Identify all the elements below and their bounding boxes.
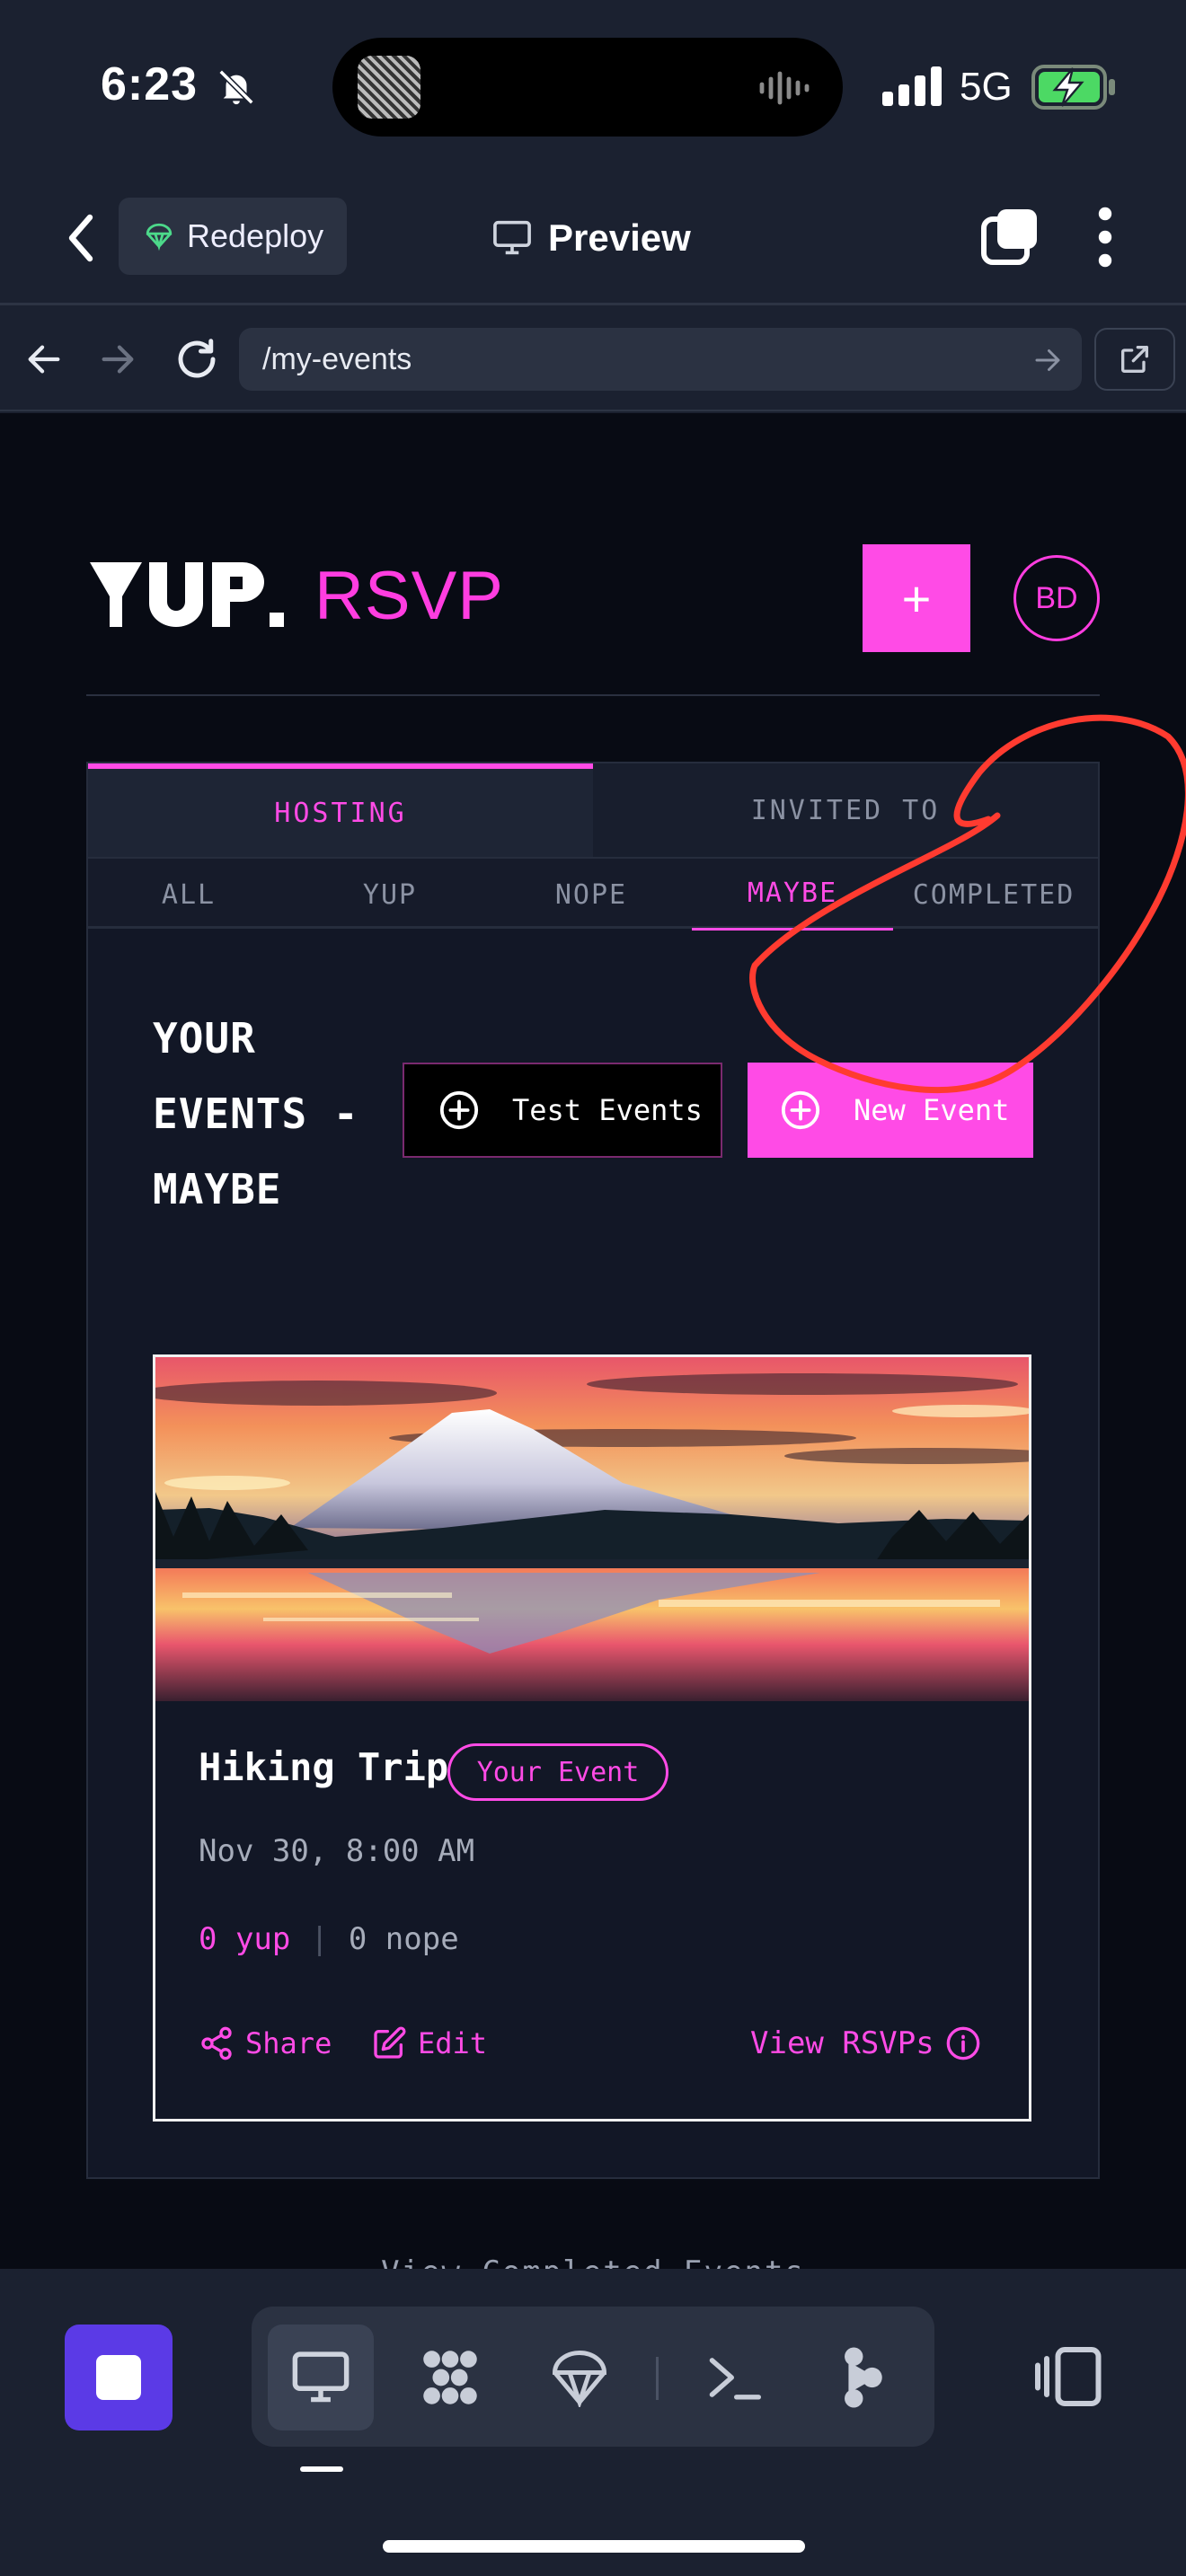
app-bar: Redeploy Preview [0,171,1186,305]
preview-label: Preview [548,216,691,259]
bell-muted-icon [218,69,254,105]
test-events-button[interactable]: Test Events [403,1063,722,1158]
filter-tabs: ALL YUP NOPE MAYBE COMPLETED [88,857,1098,931]
new-event-label: New Event [854,1093,1010,1127]
url-input[interactable] [239,328,1082,391]
view-completed-events-link[interactable]: View Completed Events [0,2254,1186,2269]
rsvp-counts: 0 yup | 0 nope [199,1921,459,1957]
tool-agent[interactable] [809,2325,915,2430]
bottom-toolbar [0,2269,1186,2576]
tool-console[interactable] [681,2325,787,2430]
new-event-button[interactable]: New Event [748,1063,1033,1158]
tab-hosting[interactable]: HOSTING [88,763,593,857]
view-rsvps-button[interactable]: View RSVPs [750,2025,992,2061]
events-panel: HOSTING INVITED TO ALL YUP NOPE MAYBE CO… [86,762,1100,2179]
events-heading-line-2: EVENTS - [153,1090,359,1138]
logo-rsvp-text: RSVP [314,558,504,634]
network-label: 5G [960,65,1013,109]
filter-tab-yup[interactable]: YUP [289,859,491,931]
plus-circle-icon [781,1090,820,1130]
events-heading-line-1: YOUR [153,1014,256,1063]
parachute-icon [146,223,173,251]
terminal-icon [709,2358,761,2400]
events-heading-line-3: MAYBE [153,1165,282,1213]
plus-circle-icon [439,1090,479,1130]
filter-tab-maybe[interactable]: MAYBE [692,859,893,931]
preview-title: Preview [492,207,691,269]
audio-wave-icon [759,71,810,105]
signal-icon [882,66,942,106]
open-external-button[interactable] [1094,328,1175,391]
add-event-button[interactable]: + [863,544,970,652]
more-vertical-icon[interactable] [1087,203,1123,271]
header-divider [86,694,1100,696]
monitor-icon [292,2351,350,2403]
edit-label: Edit [418,2026,488,2060]
yup-count: 0 yup [199,1921,291,1957]
tabs-icon[interactable] [981,207,1040,266]
parachute-icon [553,2351,606,2407]
tool-deploy[interactable] [527,2325,633,2430]
edit-icon [374,2026,406,2059]
share-button[interactable]: Share [199,2025,332,2061]
yup-logo [90,562,284,627]
share-label: Share [245,2026,332,2060]
info-icon [946,2026,980,2060]
go-arrow-icon[interactable] [1031,344,1064,376]
event-cover-image [155,1357,1029,1701]
back-chevron-icon[interactable] [54,207,108,269]
event-date: Nov 30, 8:00 AM [199,1833,475,1869]
reload-icon[interactable] [173,335,221,384]
event-title[interactable]: Hiking Trip [199,1745,448,1789]
toolbar-divider [656,2357,659,2400]
home-indicator [383,2540,805,2553]
battery-charging-icon [1031,65,1115,110]
avatar[interactable]: BD [1013,555,1100,641]
split-view-icon[interactable] [1033,2341,1105,2413]
redeploy-button[interactable]: Redeploy [119,198,347,275]
tool-workflows[interactable] [397,2325,503,2430]
tab-invited-to[interactable]: INVITED TO [593,763,1098,857]
filter-tab-all[interactable]: ALL [88,859,289,931]
share-icon [201,2026,232,2060]
main-tabs: HOSTING INVITED TO [88,763,1098,857]
stop-icon [96,2355,141,2400]
tool-switcher [252,2307,934,2447]
your-event-badge: Your Event [447,1743,668,1801]
filter-tab-nope[interactable]: NOPE [491,859,692,931]
arrow-right-icon[interactable] [97,339,138,380]
url-bar [0,308,1186,411]
status-bar: 6:23 5G [0,0,1186,171]
stop-button[interactable] [65,2325,173,2430]
filter-tab-completed[interactable]: COMPLETED [893,859,1094,931]
dynamic-island [332,38,843,137]
status-time: 6:23 [101,58,199,110]
count-separator: | [310,1921,329,1957]
edit-button[interactable]: Edit [371,2025,487,2061]
workflow-icon [423,2351,477,2404]
now-playing-thumbnail [358,56,420,119]
view-rsvps-label: View RSVPs [750,2025,934,2061]
event-card[interactable]: Hiking Trip Your Event Nov 30, 8:00 AM 0… [153,1354,1031,2122]
agent-icon [845,2347,882,2408]
active-tool-indicator [300,2466,343,2472]
test-events-label: Test Events [512,1093,703,1127]
web-preview: RSVP + BD HOSTING INVITED TO ALL YUP NOP… [0,413,1186,2269]
external-link-icon [1121,346,1148,373]
tool-preview[interactable] [268,2325,374,2430]
redeploy-label: Redeploy [187,217,324,254]
monitor-icon [493,220,531,255]
events-heading: YOUR EVENTS - MAYBE [153,1001,386,1227]
nope-count: 0 nope [348,1921,459,1957]
arrow-left-icon[interactable] [23,339,65,380]
